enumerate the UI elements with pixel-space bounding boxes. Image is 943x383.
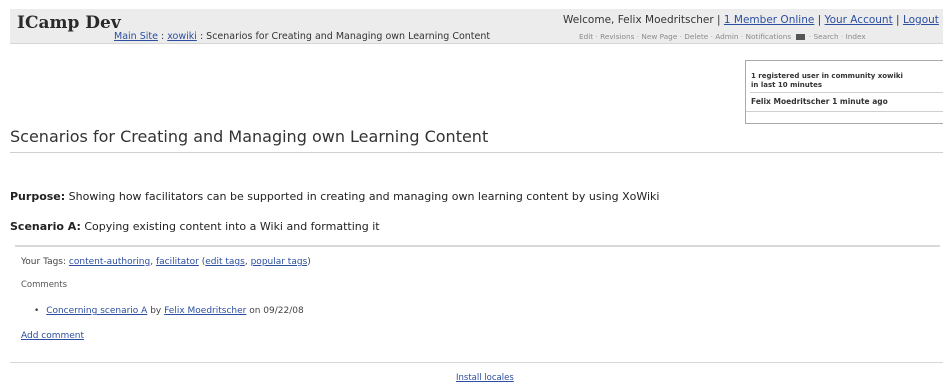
tag-content-authoring-link[interactable]: content-authoring [69, 257, 150, 267]
bullet-icon: • [34, 306, 40, 316]
toolbar-admin-link[interactable]: Admin [715, 32, 738, 41]
toolbar-new-page-link[interactable]: New Page [641, 32, 677, 41]
your-account-link[interactable]: Your Account [825, 14, 893, 26]
welcome-text: Welcome, Felix Moedritscher [563, 14, 714, 26]
purpose-label: Purpose: [10, 190, 66, 203]
page-title: Scenarios for Creating and Managing own … [10, 127, 489, 146]
comment-list-item: • Concerning scenario A by Felix Moedrit… [34, 306, 304, 316]
scenario-paragraph: Scenario A: Copying existing content int… [10, 220, 380, 233]
breadcrumb-xowiki-link[interactable]: xowiki [167, 31, 197, 42]
online-users-timeframe-text: in last 10 minutes [751, 81, 822, 89]
toolbar-index-link[interactable]: Index [846, 32, 866, 41]
toolbar-separator: · [595, 32, 598, 41]
comment-title-link[interactable]: Concerning scenario A [46, 306, 147, 316]
your-tags-row: Your Tags: content-authoring, facilitato… [21, 257, 311, 267]
welcome-separator: | [717, 14, 721, 26]
welcome-separator: | [896, 14, 900, 26]
edit-tags-link[interactable]: edit tags [205, 257, 245, 267]
breadcrumb-separator: : [160, 31, 165, 42]
tags-close-paren: ) [307, 257, 311, 267]
page-toolbar: Edit · Revisions · New Page · Delete · A… [579, 32, 866, 41]
toolbar-edit-link[interactable]: Edit [579, 32, 593, 41]
site-title: ICamp Dev [17, 13, 121, 33]
comment-by-text: by [150, 306, 162, 316]
tags-comma: , [150, 257, 154, 267]
add-comment-link[interactable]: Add comment [21, 331, 84, 341]
breadcrumb-current: Scenarios for Creating and Managing own … [206, 31, 491, 42]
online-box-divider [750, 92, 943, 93]
scenario-text: Copying existing content into a Wiki and… [84, 220, 380, 233]
welcome-bar: Welcome, Felix Moedritscher | 1 Member O… [563, 14, 939, 26]
toolbar-separator: · [679, 32, 682, 41]
breadcrumb-separator: : [199, 31, 204, 42]
install-locales-link[interactable]: Install locales [456, 373, 514, 383]
members-online-link[interactable]: 1 Member Online [724, 14, 814, 26]
online-users-count-text: 1 registered user in community xowiki [751, 72, 903, 80]
comments-heading: Comments [21, 280, 68, 290]
footer-divider [10, 362, 943, 363]
logout-link[interactable]: Logout [903, 14, 939, 26]
purpose-paragraph: Purpose: Showing how facilitators can be… [10, 190, 660, 203]
toolbar-revisions-link[interactable]: Revisions [600, 32, 634, 41]
tags-comma: , [244, 257, 248, 267]
tags-label: Your Tags: [21, 257, 67, 267]
toolbar-separator: · [840, 32, 844, 41]
comment-date-text: on 09/22/08 [249, 306, 304, 316]
mail-icon[interactable] [795, 33, 805, 40]
scenario-label: Scenario A: [10, 220, 81, 233]
tag-facilitator-link[interactable]: facilitator [156, 257, 199, 267]
online-box-divider [746, 111, 943, 112]
toolbar-separator: · [636, 32, 640, 41]
purpose-text: Showing how facilitators can be supporte… [68, 190, 660, 203]
title-divider [10, 152, 943, 153]
breadcrumb: Main Site : xowiki : Scenarios for Creat… [114, 31, 490, 42]
toolbar-delete-link[interactable]: Delete [684, 32, 708, 41]
comment-author-link[interactable]: Felix Moedritscher [164, 306, 246, 316]
toolbar-separator: · [740, 32, 744, 41]
toolbar-notifications-link[interactable]: Notifications [746, 32, 792, 41]
popular-tags-link[interactable]: popular tags [251, 257, 308, 267]
online-user-entry: Felix Moedritscher 1 minute ago [751, 97, 888, 106]
content-divider [15, 245, 940, 247]
toolbar-separator: · [808, 32, 812, 41]
online-users-box: 1 registered user in community xowiki in… [745, 60, 943, 124]
breadcrumb-main-site-link[interactable]: Main Site [114, 31, 158, 42]
toolbar-search-link[interactable]: Search [814, 32, 839, 41]
toolbar-separator: · [710, 32, 713, 41]
welcome-separator: | [817, 14, 822, 26]
